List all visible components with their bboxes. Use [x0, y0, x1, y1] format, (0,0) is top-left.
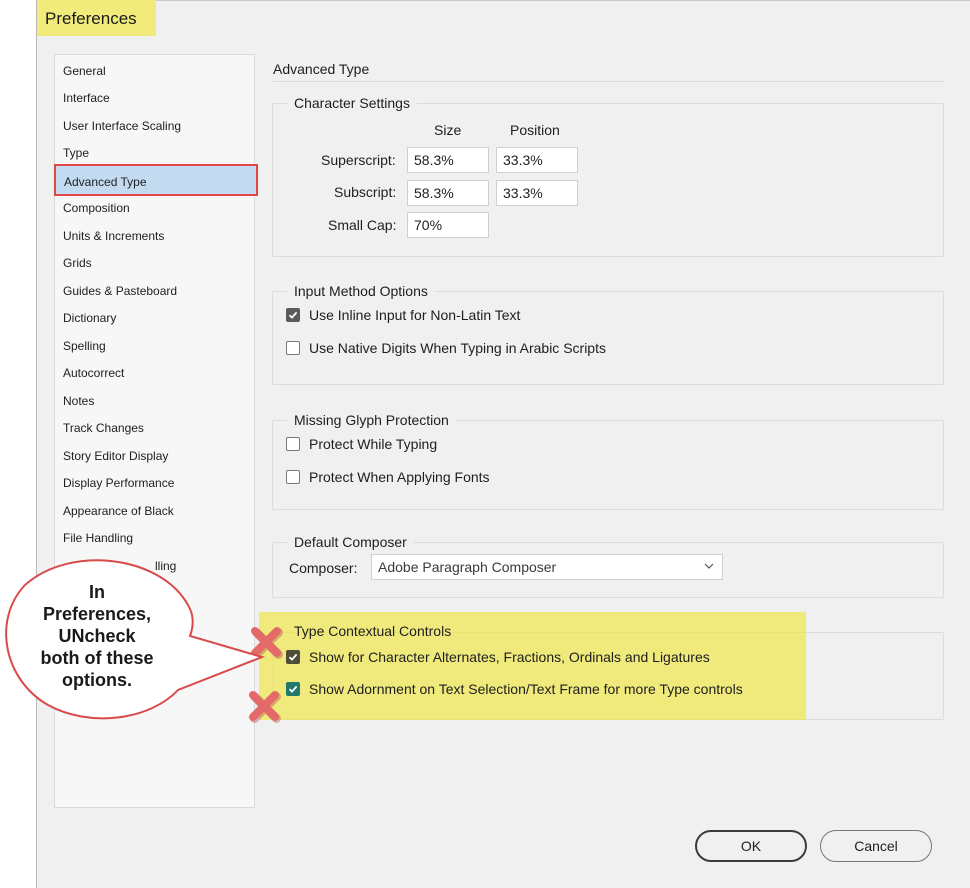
nav-item-general[interactable]: General	[63, 59, 253, 83]
character-alternates-label: Show for Character Alternates, Fractions…	[309, 649, 710, 665]
input-method-legend: Input Method Options	[287, 282, 435, 300]
nav-item-file-handling[interactable]: File Handling	[63, 526, 253, 550]
panel-title: Advanced Type	[273, 61, 370, 77]
small-cap-label: Small Cap:	[328, 217, 397, 233]
nav-item-interface[interactable]: Interface	[63, 86, 253, 110]
character-settings-group: Character Settings	[272, 94, 944, 257]
ok-button[interactable]: OK	[695, 830, 807, 862]
panel-title-divider	[273, 81, 944, 82]
position-column-header: Position	[510, 122, 560, 138]
type-contextual-controls-legend: Type Contextual Controls	[294, 623, 452, 639]
protect-applying-fonts-checkbox[interactable]	[286, 470, 300, 484]
nav-item-ui-scaling[interactable]: User Interface Scaling	[63, 114, 253, 138]
subscript-size-input[interactable]: 58.3%	[407, 180, 489, 206]
protect-while-typing-label: Protect While Typing	[309, 436, 438, 452]
callout-line-3: UNcheck	[58, 626, 136, 646]
chevron-down-icon	[704, 563, 714, 569]
window-title: Preferences	[45, 9, 137, 28]
protect-while-typing-option[interactable]: Protect While Typing	[286, 434, 437, 454]
adornment-option[interactable]: Show Adornment on Text Selection/Text Fr…	[286, 679, 743, 699]
protect-applying-fonts-label: Protect When Applying Fonts	[309, 469, 490, 485]
character-alternates-option[interactable]: Show for Character Alternates, Fractions…	[286, 647, 710, 667]
superscript-position-input[interactable]: 33.3%	[496, 147, 578, 173]
character-settings-legend: Character Settings	[287, 94, 417, 112]
nav-item-composition[interactable]: Composition	[63, 196, 253, 220]
nav-item-appearance-of-black[interactable]: Appearance of Black	[63, 499, 253, 523]
callout-line-5: options.	[62, 670, 132, 690]
protect-while-typing-checkbox[interactable]	[286, 437, 300, 451]
native-digits-checkbox[interactable]	[286, 341, 300, 355]
superscript-label: Superscript:	[321, 152, 396, 168]
nav-item-story-editor-display[interactable]: Story Editor Display	[63, 444, 253, 468]
nav-item-units-increments[interactable]: Units & Increments	[63, 224, 253, 248]
nav-item-dictionary[interactable]: Dictionary	[63, 306, 253, 330]
nav-item-grids[interactable]: Grids	[63, 251, 253, 275]
cancel-button[interactable]: Cancel	[820, 830, 932, 862]
callout-line-4: both of these	[40, 648, 154, 668]
nav-item-type[interactable]: Type	[63, 141, 253, 165]
inline-input-option[interactable]: Use Inline Input for Non-Latin Text	[286, 305, 520, 325]
nav-item-spelling[interactable]: Spelling	[63, 334, 253, 358]
callout-line-1: In	[89, 582, 105, 602]
composer-select-value: Adobe Paragraph Composer	[378, 559, 557, 575]
nav-item-advanced-type[interactable]: Advanced Type	[54, 164, 258, 196]
subscript-label: Subscript:	[334, 184, 397, 200]
adornment-label: Show Adornment on Text Selection/Text Fr…	[309, 681, 743, 697]
inline-input-checkbox[interactable]	[286, 308, 300, 322]
missing-glyph-legend: Missing Glyph Protection	[287, 411, 456, 429]
inline-input-label: Use Inline Input for Non-Latin Text	[309, 307, 521, 323]
small-cap-input[interactable]: 70%	[407, 212, 489, 238]
superscript-size-input[interactable]: 58.3%	[407, 147, 489, 173]
nav-item-autocorrect[interactable]: Autocorrect	[63, 361, 253, 385]
nav-item-display-performance[interactable]: Display Performance	[63, 471, 253, 495]
native-digits-label: Use Native Digits When Typing in Arabic …	[309, 340, 606, 356]
protect-applying-fonts-option[interactable]: Protect When Applying Fonts	[286, 467, 490, 487]
callout-line-2: Preferences,	[42, 604, 152, 624]
nav-item-track-changes[interactable]: Track Changes	[63, 416, 253, 440]
callout-text: In Preferences, UNcheck both of these op…	[22, 581, 172, 691]
size-column-header: Size	[434, 122, 462, 138]
nav-item-notes[interactable]: Notes	[63, 389, 253, 413]
composer-select[interactable]: Adobe Paragraph Composer	[371, 554, 723, 580]
native-digits-option[interactable]: Use Native Digits When Typing in Arabic …	[286, 338, 606, 358]
nav-item-guides-pasteboard[interactable]: Guides & Pasteboard	[63, 279, 253, 303]
subscript-position-input[interactable]: 33.3%	[496, 180, 578, 206]
default-composer-legend: Default Composer	[287, 533, 414, 551]
checkmark-icon	[288, 311, 298, 319]
